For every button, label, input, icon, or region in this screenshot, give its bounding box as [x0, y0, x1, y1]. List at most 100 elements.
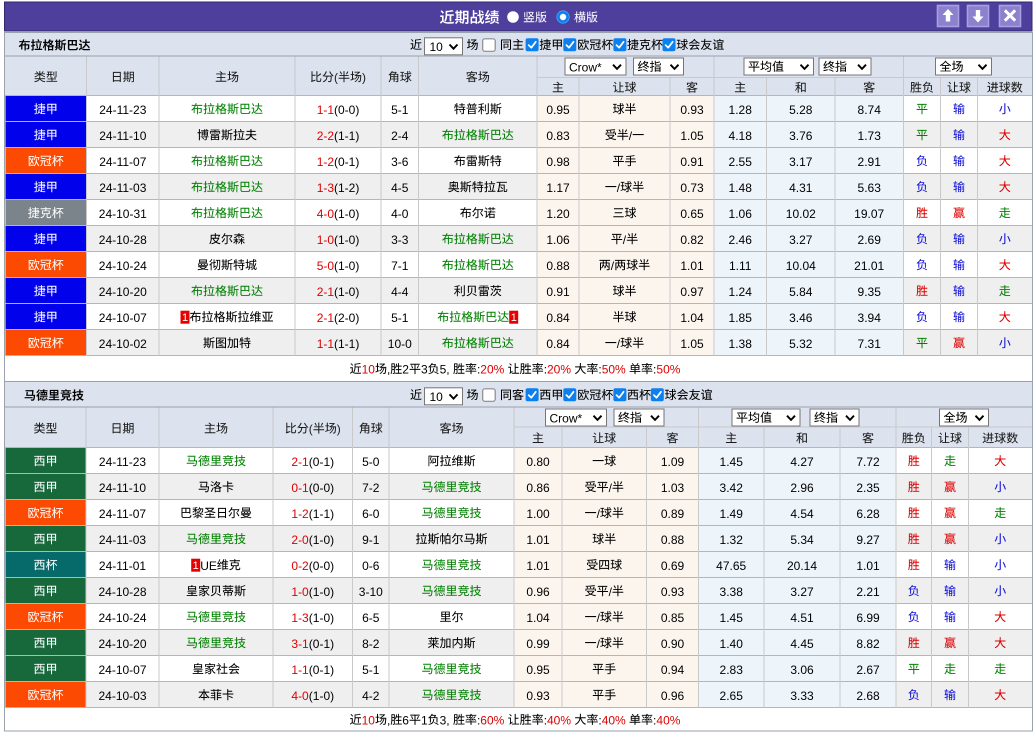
svg-text:5-1: 5-1 — [362, 663, 380, 677]
svg-text:1.24: 1.24 — [729, 285, 753, 299]
svg-text:40%: 40% — [656, 713, 680, 727]
svg-text:24-11-01: 24-11-01 — [99, 559, 146, 573]
svg-text:24-10-31: 24-10-31 — [99, 207, 147, 221]
svg-text:1-3: 1-3 — [291, 611, 309, 625]
svg-text:4-0: 4-0 — [391, 207, 409, 221]
svg-text:0.86: 0.86 — [526, 481, 550, 495]
svg-text:,: , — [387, 713, 390, 727]
svg-text:1.04: 1.04 — [526, 611, 550, 625]
svg-text:1.73: 1.73 — [858, 129, 882, 143]
svg-text:(1-2): (1-2) — [334, 181, 359, 195]
svg-text:3-6: 3-6 — [391, 155, 409, 169]
svg-text:24-10-24: 24-10-24 — [98, 611, 146, 625]
svg-text:(: ( — [309, 422, 313, 436]
svg-text:2.69: 2.69 — [858, 233, 882, 247]
svg-text:3.27: 3.27 — [790, 585, 814, 599]
svg-text:20%: 20% — [480, 363, 504, 377]
svg-text:2.35: 2.35 — [856, 481, 880, 495]
svg-text:24-10-20: 24-10-20 — [98, 637, 146, 651]
svg-text:1.85: 1.85 — [729, 311, 753, 325]
svg-text:9.35: 9.35 — [858, 285, 882, 299]
svg-text:2.21: 2.21 — [856, 585, 880, 599]
svg-text:0.91: 0.91 — [546, 285, 570, 299]
svg-text:24-10-28: 24-10-28 — [98, 585, 146, 599]
svg-text:6-5: 6-5 — [362, 611, 380, 625]
svg-text:2-1: 2-1 — [291, 455, 309, 469]
svg-text:2.68: 2.68 — [856, 689, 880, 703]
svg-text:6-0: 6-0 — [362, 507, 380, 521]
svg-text:1: 1 — [421, 713, 428, 727]
svg-text:0.80: 0.80 — [526, 455, 550, 469]
svg-text:4.54: 4.54 — [790, 507, 814, 521]
svg-text:1.45: 1.45 — [720, 455, 744, 469]
svg-text:0.84: 0.84 — [546, 337, 570, 351]
svg-text:2-2: 2-2 — [317, 129, 335, 143]
svg-text:0.96: 0.96 — [661, 689, 685, 703]
svg-text:1-0: 1-0 — [291, 585, 309, 599]
svg-text:(1-1): (1-1) — [334, 337, 359, 351]
svg-text:0.96: 0.96 — [526, 585, 550, 599]
svg-text:2.46: 2.46 — [729, 233, 753, 247]
svg-text:1.49: 1.49 — [720, 507, 744, 521]
svg-text:3.27: 3.27 — [789, 233, 813, 247]
svg-text:1.45: 1.45 — [720, 611, 744, 625]
svg-text:24-10-02: 24-10-02 — [99, 337, 147, 351]
svg-text:4-0: 4-0 — [291, 689, 309, 703]
svg-text:5-1: 5-1 — [391, 311, 409, 325]
svg-text:1.06: 1.06 — [729, 207, 753, 221]
svg-text:0.88: 0.88 — [661, 533, 685, 547]
svg-text:7.72: 7.72 — [856, 455, 880, 469]
svg-text:5-0: 5-0 — [317, 259, 335, 273]
svg-text:2-0: 2-0 — [291, 533, 309, 547]
svg-text:0.91: 0.91 — [680, 155, 704, 169]
svg-text:0-6: 0-6 — [362, 559, 380, 573]
svg-text:(0-1): (0-1) — [309, 455, 334, 469]
svg-text:(0-1): (0-1) — [334, 155, 359, 169]
svg-text:1.20: 1.20 — [546, 207, 570, 221]
svg-text:1.00: 1.00 — [526, 507, 550, 521]
svg-text:7-2: 7-2 — [362, 481, 380, 495]
svg-text:6: 6 — [402, 713, 409, 727]
svg-text:5-1: 5-1 — [391, 103, 409, 117]
svg-text:(1-1): (1-1) — [334, 129, 359, 143]
svg-text:1.01: 1.01 — [856, 559, 880, 573]
svg-text:24-11-10: 24-11-10 — [99, 129, 146, 143]
svg-text:1-1: 1-1 — [317, 103, 335, 117]
svg-text:): ) — [362, 71, 366, 85]
svg-text:1.48: 1.48 — [729, 181, 753, 195]
svg-text:4.18: 4.18 — [729, 129, 753, 143]
svg-text:3-3: 3-3 — [391, 233, 409, 247]
svg-text:1-2: 1-2 — [317, 155, 335, 169]
svg-text:0.82: 0.82 — [680, 233, 704, 247]
svg-text:0.65: 0.65 — [680, 207, 704, 221]
svg-text:5-0: 5-0 — [362, 455, 380, 469]
svg-text:1-3: 1-3 — [317, 181, 335, 195]
svg-text:5.32: 5.32 — [789, 337, 813, 351]
svg-text:(1-1): (1-1) — [309, 507, 334, 521]
svg-text:0.95: 0.95 — [526, 663, 550, 677]
svg-text:(0-1): (0-1) — [309, 663, 334, 677]
svg-text:1: 1 — [511, 312, 517, 324]
svg-text:5,: 5, — [440, 363, 450, 377]
svg-text:(0-1): (0-1) — [309, 637, 334, 651]
svg-text:40%: 40% — [602, 713, 626, 727]
svg-text:10: 10 — [430, 390, 444, 404]
svg-text:(1-0): (1-0) — [309, 585, 334, 599]
svg-text:2.65: 2.65 — [720, 689, 744, 703]
svg-text:2: 2 — [402, 363, 409, 377]
svg-text:(1-0): (1-0) — [309, 533, 334, 547]
svg-text:2.55: 2.55 — [729, 155, 753, 169]
svg-text:2-1: 2-1 — [317, 285, 335, 299]
svg-text:1: 1 — [193, 560, 199, 572]
svg-text:8.82: 8.82 — [856, 637, 880, 651]
svg-text:10: 10 — [362, 363, 376, 377]
svg-text:40%: 40% — [547, 713, 571, 727]
svg-text:3-10: 3-10 — [359, 585, 383, 599]
svg-text:24-11-10: 24-11-10 — [99, 481, 146, 495]
svg-text:9.27: 9.27 — [856, 533, 880, 547]
svg-text:5.34: 5.34 — [790, 533, 814, 547]
svg-text:1.11: 1.11 — [729, 259, 752, 273]
svg-text:0.98: 0.98 — [546, 155, 570, 169]
svg-text:(0-0): (0-0) — [309, 481, 334, 495]
svg-text:1.04: 1.04 — [680, 311, 704, 325]
